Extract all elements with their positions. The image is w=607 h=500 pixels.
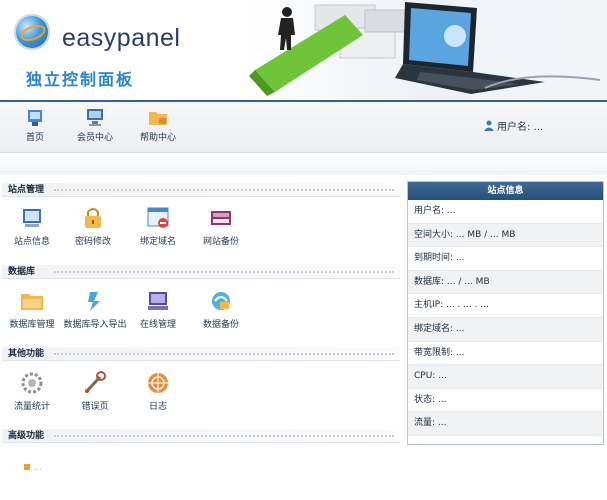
header-banner: easypanel 独立控制面板 — [0, 0, 607, 102]
section-other-row: 流量统计 错误页 日志 — [0, 365, 400, 429]
info-row: 空间大小: ... MB / ... MB — [408, 223, 603, 248]
site-backup-label: 网站备份 — [202, 237, 239, 247]
toolbar-member-center-button[interactable]: 会员中心 — [60, 106, 130, 143]
database-import-export-label: 数据库导入导出 — [63, 320, 127, 330]
site-info-panel: 站点信息 用户名: ... 空间大小: ... MB / ... MB 到期时间… — [407, 181, 604, 445]
footer: ... — [24, 463, 42, 472]
lock-icon — [80, 206, 106, 230]
log-label: 日志 — [148, 402, 167, 412]
divider — [54, 189, 394, 191]
error-page-button[interactable]: 错误页 — [60, 371, 130, 412]
divider — [54, 435, 394, 437]
help-folder-icon — [147, 106, 169, 128]
footer-bullet-icon — [24, 464, 30, 470]
info-row: 带宽限制: ... — [408, 342, 603, 366]
section-site-management-header: 站点管理 — [2, 183, 400, 197]
online-manage-label: 在线管理 — [139, 320, 176, 330]
section-database-row: 数据库管理 数据库导入导出 在线管理 数据备份 — [0, 283, 400, 347]
section-database-header: 数据库 — [2, 265, 400, 279]
data-backup-button[interactable]: 数据备份 — [186, 289, 256, 330]
logo-globe-icon — [14, 14, 50, 50]
user-icon — [484, 120, 494, 131]
banner-illustration — [249, 2, 601, 96]
site-info-panel-title: 站点信息 — [408, 182, 603, 200]
info-row: 到期时间: ... — [408, 247, 603, 271]
backup-icon — [208, 206, 234, 230]
user-info: 用户名: ... — [484, 118, 543, 133]
data-backup-icon — [208, 289, 234, 313]
site-info-button[interactable]: 站点信息 — [0, 206, 67, 247]
info-row: 主机IP: ... . ... . ... — [408, 294, 603, 318]
section-title: 站点管理 — [8, 185, 45, 195]
toolbar-help-center-label: 帮助中心 — [139, 133, 176, 143]
log-globe-icon — [145, 371, 171, 395]
toolbar-member-center-label: 会员中心 — [76, 133, 113, 143]
bind-domain-label: 绑定域名 — [139, 237, 176, 247]
section-title: 数据库 — [8, 267, 36, 277]
data-backup-label: 数据备份 — [202, 320, 239, 330]
logo-subtitle: 独立控制面板 — [26, 70, 135, 89]
toolbar-help-center-button[interactable]: 帮助中心 — [123, 106, 193, 143]
home-icon — [24, 106, 46, 128]
password-change-label: 密码修改 — [74, 237, 111, 247]
log-button[interactable]: 日志 — [123, 371, 193, 412]
section-title: 高级功能 — [8, 431, 45, 441]
password-change-button[interactable]: 密码修改 — [58, 206, 128, 247]
domain-window-icon — [145, 206, 171, 230]
info-row: 用户名: ... — [408, 200, 603, 224]
footer-text: ... — [34, 463, 42, 472]
section-title: 其他功能 — [8, 349, 45, 359]
site-info-icon — [19, 206, 45, 230]
divider — [54, 271, 394, 273]
tools-icon — [82, 371, 108, 395]
database-manage-label: 数据库管理 — [9, 320, 55, 330]
logo-text: easypanel — [62, 24, 181, 52]
site-backup-button[interactable]: 网站备份 — [186, 206, 256, 247]
database-folder-icon — [19, 289, 45, 313]
traffic-stats-button[interactable]: 流量统计 — [0, 371, 67, 412]
info-row: 流量: ... — [408, 412, 603, 436]
database-manage-button[interactable]: 数据库管理 — [0, 289, 67, 330]
import-export-icon — [82, 289, 108, 313]
error-page-label: 错误页 — [81, 402, 109, 412]
database-import-export-button[interactable]: 数据库导入导出 — [60, 289, 130, 330]
divider — [54, 353, 394, 355]
info-row: 数据库: ... / ... MB — [408, 270, 603, 295]
section-site-management-row: 站点信息 密码修改 绑定域名 网站备份 — [0, 200, 400, 264]
info-row: 绑定域名: ... — [408, 317, 603, 342]
online-manage-icon — [145, 289, 171, 313]
section-advanced-header: 高级功能 — [2, 429, 400, 443]
user-info-text: 用户名: ... — [497, 122, 544, 133]
bind-domain-button[interactable]: 绑定域名 — [123, 206, 193, 247]
traffic-stats-label: 流量统计 — [13, 402, 50, 412]
computer-icon — [84, 106, 106, 128]
stats-gear-icon — [19, 371, 45, 395]
info-row: CPU: ... — [408, 365, 603, 389]
info-row: 状态: ... — [408, 389, 603, 413]
toolbar-strip — [0, 153, 607, 175]
site-info-label: 站点信息 — [13, 237, 50, 247]
section-other-header: 其他功能 — [2, 347, 400, 361]
online-manage-button[interactable]: 在线管理 — [123, 289, 193, 330]
